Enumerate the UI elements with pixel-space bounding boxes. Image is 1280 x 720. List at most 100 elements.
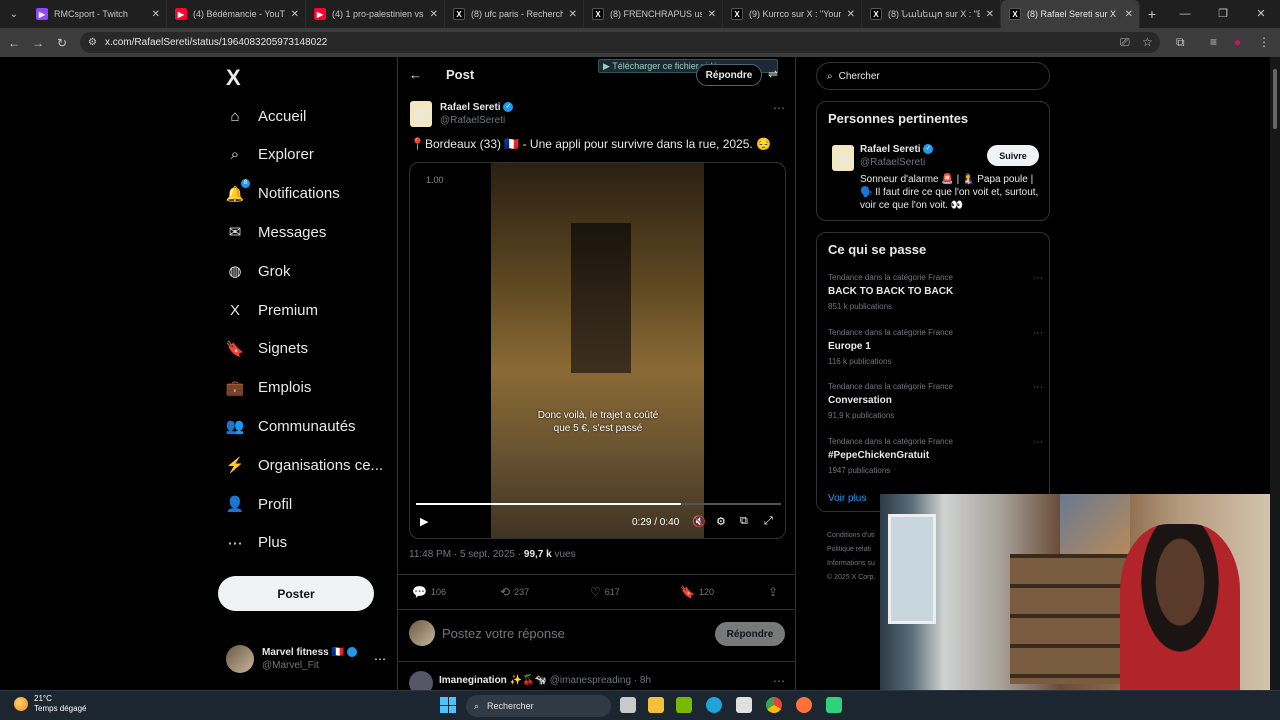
browser-menu-icon[interactable]: ⋮ — [1258, 28, 1270, 57]
reply-input[interactable]: Postez votre réponse — [442, 626, 565, 641]
trend-item[interactable]: Tendance dans la catégorie France Europe … — [828, 328, 1043, 366]
account-switcher[interactable]: Marvel fitness 🇫🇷 ✓ @Marvel_Fit ⋯ — [226, 642, 386, 676]
url-field[interactable]: ⚙ x.com/RafaelSereti/status/196408320597… — [80, 32, 1160, 53]
more-icon[interactable]: ⋯ — [1033, 273, 1043, 284]
more-icon[interactable]: ⋯ — [374, 652, 386, 666]
close-tab-icon[interactable]: ✕ — [708, 9, 716, 20]
relevant-name[interactable]: Rafael Sereti — [860, 144, 921, 155]
browser-tab[interactable]: ▶ (4) 1 pro-palestinien vs 3 ✕ — [306, 0, 445, 28]
video-player[interactable]: 1.00 Donc voilà, le trajet a coûté que 5… — [409, 162, 786, 539]
footer-link[interactable]: Conditions d'uti — [827, 532, 875, 539]
star-icon[interactable]: ☆ — [1142, 28, 1153, 57]
nav-item-organisations-ce[interactable]: ⚡ Organisations ce... — [226, 450, 383, 480]
relevant-handle[interactable]: @RafaelSereti — [860, 156, 933, 169]
install-app-icon[interactable]: ⎚ — [1120, 28, 1130, 57]
reply-button[interactable]: Répondre — [715, 622, 785, 646]
author-handle[interactable]: @RafaelSereti — [440, 114, 513, 127]
pip-icon[interactable]: ⧉ — [740, 515, 748, 528]
browser-tab[interactable]: X (8) Rafael Sereti sur X : "📍 ✕ — [1001, 0, 1140, 28]
mute-icon[interactable]: 🔇 — [692, 515, 706, 528]
trend-item[interactable]: Tendance dans la catégorie France #PepeCh… — [828, 437, 1043, 475]
reload-icon[interactable]: ↻ — [50, 36, 74, 50]
edge-icon[interactable] — [706, 697, 722, 713]
browser-tab[interactable]: X (8) FRENCHRAPUS us (@F ✕ — [584, 0, 723, 28]
weather-widget[interactable]: 21°C Temps dégagé — [14, 694, 86, 714]
more-icon[interactable]: ⋯ — [773, 674, 785, 688]
browser-tab[interactable]: ▶ (4) Bédémancie - YouTube ✕ — [167, 0, 306, 28]
video-progress-bar[interactable] — [416, 503, 781, 505]
site-info-icon[interactable]: ⚙ — [88, 37, 97, 48]
fullscreen-icon[interactable]: ⤢ — [764, 515, 773, 528]
see-more-link[interactable]: Voir plus — [828, 493, 866, 504]
browser-tab[interactable]: X (8) Նանեպո sur X : "Boo ✕ — [862, 0, 1001, 28]
file-explorer-icon[interactable] — [648, 697, 664, 713]
tab-search-icon[interactable]: ⌄ — [0, 0, 28, 28]
more-icon[interactable]: ⋯ — [1033, 382, 1043, 393]
extensions-icon[interactable]: ⧉ — [1176, 28, 1185, 57]
author-name[interactable]: Rafael Sereti — [440, 102, 501, 113]
footer-link[interactable]: © 2025 X Corp. — [827, 574, 875, 581]
chrome-icon[interactable] — [766, 697, 782, 713]
post-timestamp[interactable]: 11:48 PM · 5 sept. 2025 · — [409, 549, 524, 560]
nav-item-accueil[interactable]: ⌂ Accueil — [226, 101, 306, 131]
reply-author-name[interactable]: Imanegination ✨🍒🐄 — [439, 675, 547, 686]
more-icon[interactable]: ⋯ — [1033, 437, 1043, 448]
store-icon[interactable] — [736, 697, 752, 713]
minimize-icon[interactable]: — — [1166, 0, 1204, 28]
x-logo[interactable]: X — [226, 65, 241, 91]
like-action[interactable]: ♡ 617 — [590, 585, 620, 599]
close-tab-icon[interactable]: ✕ — [291, 9, 299, 20]
more-icon[interactable]: ⋯ — [773, 101, 785, 115]
settings-gear-icon[interactable]: ⚙ — [716, 515, 726, 528]
author-avatar[interactable]: 🏛 — [832, 145, 854, 171]
relevant-names[interactable]: Rafael Sereti ✓ @RafaelSereti — [860, 143, 934, 169]
more-icon[interactable]: ⋯ — [1033, 328, 1043, 339]
browser-tab[interactable]: X (8) ufc paris - Recherche / ✕ — [445, 0, 584, 28]
search-input[interactable]: ⌕ Chercher — [816, 62, 1050, 90]
close-tab-icon[interactable]: ✕ — [847, 9, 855, 20]
trend-item[interactable]: Tendance dans la catégorie France BACK TO… — [828, 273, 1043, 311]
author-avatar[interactable]: 🏛 — [410, 101, 432, 127]
footer-link[interactable]: Politique relati — [827, 546, 871, 553]
close-tab-icon[interactable]: ✕ — [569, 9, 577, 20]
sliders-icon[interactable]: ⇌ — [768, 67, 778, 81]
back-arrow-icon[interactable]: ← — [2, 36, 26, 50]
nav-item-communautés[interactable]: 👥 Communautés — [226, 411, 356, 441]
windows-start-icon[interactable] — [440, 697, 456, 713]
post-button[interactable]: Poster — [218, 576, 374, 611]
follow-button[interactable]: Suivre — [987, 145, 1039, 166]
nav-item-grok[interactable]: ◍ Grok — [226, 256, 290, 286]
bookmark-action[interactable]: 🔖 120 — [680, 585, 714, 599]
reading-list-icon[interactable]: ≡ — [1210, 28, 1217, 57]
nav-item-notifications[interactable]: 🔔 8 Notifications — [226, 178, 340, 209]
close-tab-icon[interactable]: ✕ — [986, 9, 994, 20]
close-tab-icon[interactable]: ✕ — [1125, 9, 1133, 20]
forward-arrow-icon[interactable]: → — [26, 36, 50, 50]
nvidia-icon[interactable] — [676, 697, 692, 713]
footer-link[interactable]: Informations su — [827, 560, 875, 567]
nav-item-explorer[interactable]: ⌕ Explorer — [226, 140, 314, 170]
profile-avatar-icon[interactable]: ● — [1234, 28, 1241, 57]
maximize-icon[interactable]: ❐ — [1204, 0, 1242, 28]
back-arrow-icon[interactable]: ← — [409, 67, 422, 82]
new-tab-button[interactable]: + — [1140, 6, 1164, 22]
close-window-icon[interactable]: ✕ — [1242, 0, 1280, 28]
browser-tab[interactable]: X (9) Kurrco sur X : "Young ✕ — [723, 0, 862, 28]
reply-top-button[interactable]: Répondre — [696, 64, 762, 86]
reply-action[interactable]: 💬 106 — [412, 585, 446, 599]
post-author[interactable]: 🏛 Rafael Sereti ✓ @RafaelSereti — [410, 101, 514, 127]
nav-item-profil[interactable]: 👤 Profil — [226, 489, 293, 519]
nav-item-emplois[interactable]: 💼 Emplois — [226, 373, 312, 403]
app-icon[interactable] — [826, 697, 842, 713]
reply-author-handle[interactable]: @imanespreading — [550, 675, 631, 686]
nav-item-premium[interactable]: X Premium — [226, 295, 318, 325]
trend-item[interactable]: Tendance dans la catégorie France Convers… — [828, 382, 1043, 420]
repost-action[interactable]: ⟲ 237 — [500, 585, 529, 599]
nav-item-signets[interactable]: 🔖 Signets — [226, 334, 308, 364]
close-tab-icon[interactable]: ✕ — [152, 9, 160, 20]
task-view-icon[interactable] — [620, 697, 636, 713]
play-icon[interactable]: ▶ — [420, 515, 428, 528]
firefox-icon[interactable] — [796, 697, 812, 713]
nav-item-messages[interactable]: ✉ Messages — [226, 217, 327, 247]
share-action[interactable]: ⇪ — [768, 585, 778, 599]
